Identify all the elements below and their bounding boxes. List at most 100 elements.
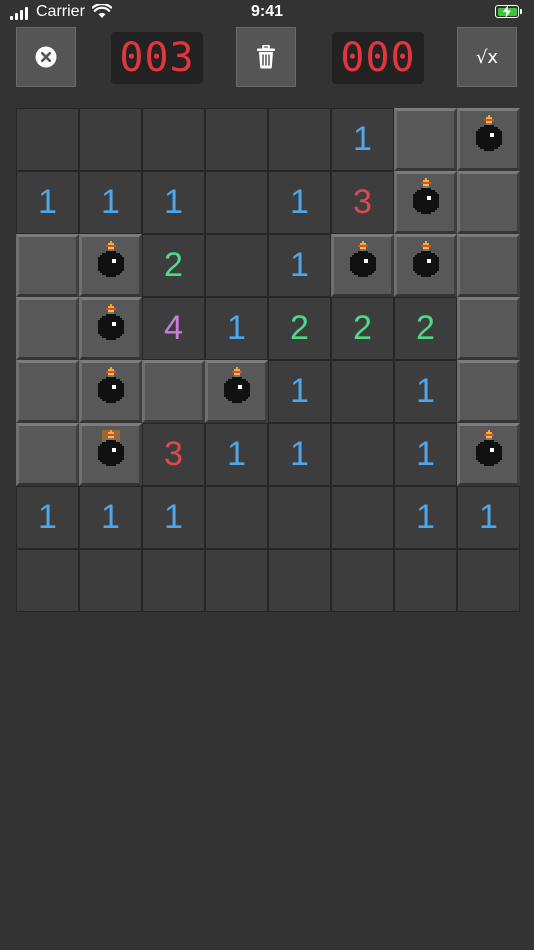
number-cell[interactable]: 1 [205,423,268,486]
cell-number: 1 [416,498,435,536]
close-game-button[interactable] [16,27,76,87]
number-cell[interactable]: 2 [268,297,331,360]
mine-cell[interactable] [79,234,142,297]
number-cell[interactable]: 3 [331,171,394,234]
unrevealed-cell[interactable] [16,360,79,423]
revealed-cell[interactable] [142,549,205,612]
number-cell[interactable]: 1 [268,360,331,423]
revealed-cell[interactable] [205,171,268,234]
clock: 9:41 [250,3,284,20]
number-cell[interactable]: 3 [142,423,205,486]
cell-number: 1 [290,372,309,410]
revealed-cell[interactable] [331,549,394,612]
cell-number: 1 [38,183,57,221]
number-cell[interactable]: 4 [142,297,205,360]
revealed-cell[interactable] [457,549,520,612]
cell-number: 2 [353,309,372,347]
revealed-cell[interactable] [205,108,268,171]
number-cell[interactable]: 1 [142,171,205,234]
mine-cell[interactable] [79,297,142,360]
unrevealed-cell[interactable] [16,234,79,297]
number-cell[interactable]: 1 [79,486,142,549]
unrevealed-cell[interactable] [142,360,205,423]
mine-counter: 003 [111,32,203,84]
revealed-cell[interactable] [331,423,394,486]
cell-number: 1 [290,246,309,284]
unrevealed-cell[interactable] [457,297,520,360]
cell-number: 1 [101,498,120,536]
mine-cell[interactable] [205,360,268,423]
status-bar: Carrier 9:41 [0,0,534,26]
hint-button[interactable]: √x [457,27,517,87]
number-cell[interactable]: 1 [268,234,331,297]
number-cell[interactable]: 2 [331,297,394,360]
revealed-cell[interactable] [142,108,205,171]
number-cell[interactable]: 1 [268,423,331,486]
mine-cell[interactable] [457,108,520,171]
revealed-cell[interactable] [268,108,331,171]
cell-number: 3 [164,435,183,473]
cell-number: 1 [164,183,183,221]
revealed-cell[interactable] [205,486,268,549]
number-cell[interactable]: 1 [331,108,394,171]
revealed-cell[interactable] [16,108,79,171]
unrevealed-cell[interactable] [457,171,520,234]
number-cell[interactable]: 1 [394,423,457,486]
number-cell[interactable]: 1 [394,360,457,423]
revealed-cell[interactable] [205,549,268,612]
unrevealed-cell[interactable] [394,108,457,171]
number-cell[interactable]: 1 [16,171,79,234]
revealed-cell[interactable] [394,549,457,612]
number-cell[interactable]: 2 [394,297,457,360]
revealed-cell[interactable] [268,549,331,612]
mine-cell[interactable] [79,360,142,423]
cell-number: 1 [479,498,498,536]
revealed-cell[interactable] [16,549,79,612]
number-cell[interactable]: 1 [79,171,142,234]
revealed-cell[interactable] [268,486,331,549]
revealed-cell[interactable] [205,234,268,297]
number-cell[interactable]: 1 [268,171,331,234]
unrevealed-cell[interactable] [457,234,520,297]
mine-cell[interactable] [331,234,394,297]
revealed-cell[interactable] [331,486,394,549]
bomb-icon [472,115,506,164]
bomb-icon [94,367,128,416]
revealed-cell[interactable] [79,549,142,612]
exploded-mine-cell[interactable] [79,423,142,486]
cell-number: 1 [101,183,120,221]
number-cell[interactable]: 1 [394,486,457,549]
hint-label: √x [475,46,499,68]
timer: 000 [332,32,424,84]
cell-number: 1 [290,435,309,473]
cell-number: 1 [164,498,183,536]
bomb-icon [472,430,506,479]
close-icon [35,46,57,68]
mine-cell[interactable] [457,423,520,486]
unrevealed-cell[interactable] [16,423,79,486]
number-cell[interactable]: 1 [457,486,520,549]
bomb-icon [220,367,254,416]
bomb-icon [409,178,443,227]
bomb-icon [346,241,380,290]
revealed-cell[interactable] [331,360,394,423]
bomb-icon [94,304,128,353]
unrevealed-cell[interactable] [16,297,79,360]
trash-icon [257,45,275,69]
unrevealed-cell[interactable] [457,360,520,423]
number-cell[interactable]: 1 [16,486,79,549]
mine-cell[interactable] [394,171,457,234]
game-board: 1 11113 21 4 1 2 2 2 1 1 3 1 1 1 1 1 1 1… [16,108,520,612]
number-cell[interactable]: 2 [142,234,205,297]
number-cell[interactable]: 1 [142,486,205,549]
cell-number: 2 [290,309,309,347]
cell-number: 1 [227,435,246,473]
trash-button[interactable] [236,27,296,87]
bomb-icon [94,241,128,290]
number-cell[interactable]: 1 [205,297,268,360]
cell-number: 1 [416,435,435,473]
mine-cell[interactable] [394,234,457,297]
cell-number: 1 [38,498,57,536]
cell-number: 1 [290,183,309,221]
revealed-cell[interactable] [79,108,142,171]
